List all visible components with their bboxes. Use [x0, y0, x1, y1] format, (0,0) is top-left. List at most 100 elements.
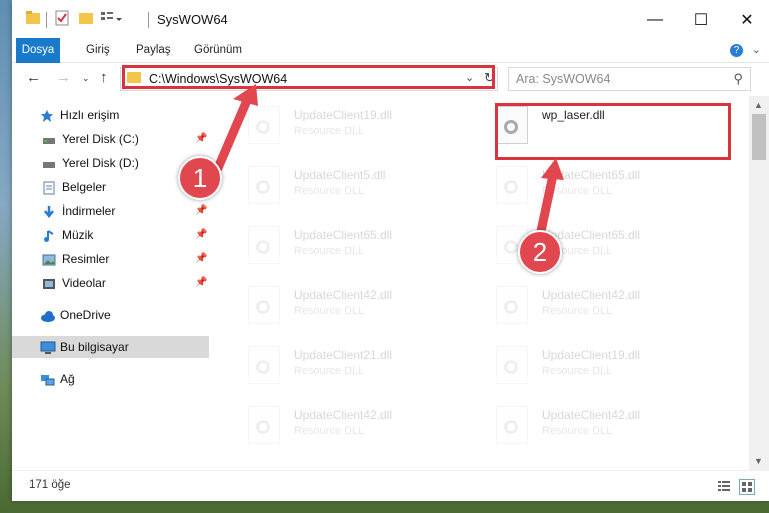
sidebar-item-label: Müzik [62, 228, 94, 242]
file-list: UpdateClient19.dll Resource DLL UpdateCl… [222, 96, 749, 470]
step-marker-1: 1 [178, 156, 222, 200]
forward-button[interactable]: → [56, 69, 71, 86]
sidebar-item-label: Hızlı erişim [60, 108, 120, 122]
sidebar-item-label: Belgeler [62, 180, 107, 194]
file-item[interactable]: UpdateClient21.dll Resource DLL [230, 340, 460, 390]
pictures-icon [42, 252, 56, 266]
file-item[interactable]: UpdateClient19.dll Resource DLL [230, 100, 460, 150]
recent-locations-icon[interactable]: ⌄ [82, 73, 90, 84]
sidebar-item-local-disk-c[interactable]: Yerel Disk (C:) 📌 [12, 128, 209, 150]
sidebar-item-onedrive[interactable]: OneDrive [12, 304, 209, 326]
scroll-down-icon[interactable]: ▼ [754, 456, 763, 466]
download-icon [42, 204, 56, 219]
file-type: Resource DLL [294, 185, 365, 197]
file-type: Resource DLL [542, 365, 613, 377]
tab-view[interactable]: Görünüm [186, 38, 250, 62]
file-item[interactable]: UpdateClient65.dll Resource DLL [230, 220, 460, 270]
file-name: UpdateClient19.dll [294, 108, 393, 122]
vertical-scrollbar[interactable]: ▲ ▼ [749, 96, 769, 470]
back-button[interactable]: ← [26, 69, 41, 86]
dll-file-icon [248, 406, 280, 444]
pin-icon[interactable]: 📌 [195, 128, 207, 150]
divider [148, 12, 149, 28]
file-item[interactable]: UpdateClient42.dll Resource DLL [478, 280, 708, 330]
sidebar-item-label: İndirmeler [62, 204, 116, 218]
documents-icon [42, 180, 56, 195]
file-name: UpdateClient65.dll [294, 228, 393, 242]
sidebar-item-network[interactable]: Ağ [12, 368, 209, 390]
file-item[interactable]: UpdateClient19.dll Resource DLL [478, 340, 708, 390]
maximize-button[interactable]: ☐ [678, 0, 724, 40]
dll-file-icon [248, 286, 280, 324]
pin-icon[interactable]: 📌 [195, 272, 207, 294]
sidebar-item-music[interactable]: Müzik 📌 [12, 224, 209, 246]
file-name: UpdateClient42.dll [542, 408, 641, 422]
new-folder-icon[interactable] [78, 10, 96, 28]
customize-toolbar-icon[interactable] [100, 10, 122, 28]
pin-icon[interactable]: 📌 [195, 200, 207, 222]
computer-icon [40, 340, 56, 354]
scroll-up-icon[interactable]: ▲ [754, 100, 763, 110]
search-box[interactable]: Ara: SysWOW64 ⚲ [508, 67, 751, 91]
folder-icon [25, 10, 43, 28]
sidebar-item-downloads[interactable]: İndirmeler 📌 [12, 200, 209, 222]
item-count: 171 öğe [29, 479, 71, 491]
sidebar-item-label: Bu bilgisayar [60, 340, 129, 354]
divider [46, 12, 47, 28]
sidebar-item-videos[interactable]: Videolar 📌 [12, 272, 209, 294]
file-item[interactable]: UpdateClient42.dll Resource DLL [230, 400, 460, 450]
details-view-icon[interactable] [717, 479, 731, 493]
title-bar: SysWOW64 — ☐ ✕ [12, 0, 769, 40]
help-icon[interactable]: ? [730, 44, 743, 57]
scrollbar-thumb[interactable] [752, 114, 766, 160]
drive-icon [42, 156, 56, 170]
file-item[interactable]: UpdateClient5.dll Resource DLL [230, 160, 460, 210]
file-item[interactable]: UpdateClient42.dll Resource DLL [478, 400, 708, 450]
expand-ribbon-icon[interactable]: ⌄ [752, 38, 761, 62]
file-item[interactable]: UpdateClient65.dll Resource DLL [478, 160, 708, 210]
file-item[interactable]: UpdateClient65.dll Resource DLL [478, 220, 708, 270]
search-icon[interactable]: ⚲ [733, 71, 743, 87]
file-item[interactable]: UpdateClient42.dll Resource DLL [230, 280, 460, 330]
file-type: Resource DLL [542, 425, 613, 437]
close-button[interactable]: ✕ [724, 0, 769, 40]
network-icon [40, 372, 55, 386]
drive-icon [42, 132, 56, 146]
properties-icon[interactable] [54, 10, 72, 28]
dll-file-icon [496, 406, 528, 444]
sidebar-item-pictures[interactable]: Resimler 📌 [12, 248, 209, 270]
file-type: Resource DLL [294, 125, 365, 137]
dll-file-icon [496, 166, 528, 204]
address-highlight-box [122, 65, 495, 89]
file-highlight-box [495, 103, 731, 160]
sidebar-item-this-pc[interactable]: Bu bilgisayar [12, 336, 209, 358]
search-placeholder[interactable]: Ara: SysWOW64 [516, 72, 610, 86]
file-type: Resource DLL [294, 425, 365, 437]
up-button[interactable]: ↑ [100, 69, 108, 86]
file-name: UpdateClient65.dll [542, 168, 641, 182]
pin-icon[interactable]: 📌 [195, 248, 207, 270]
step-marker-2: 2 [518, 230, 562, 274]
star-icon [40, 108, 54, 122]
tab-home[interactable]: Giriş [78, 38, 118, 62]
sidebar-item-quick-access[interactable]: Hızlı erişim [12, 104, 209, 126]
tab-share[interactable]: Paylaş [128, 38, 179, 62]
dll-file-icon [496, 346, 528, 384]
large-icons-view-icon[interactable] [739, 479, 755, 495]
sidebar-item-label: OneDrive [60, 308, 111, 322]
file-type: Resource DLL [294, 245, 365, 257]
explorer-window: SysWOW64 — ☐ ✕ Dosya Giriş Paylaş Görünü… [12, 0, 769, 501]
file-type: Resource DLL [542, 305, 613, 317]
dll-file-icon [248, 346, 280, 384]
file-name: UpdateClient19.dll [542, 348, 641, 362]
dll-file-icon [496, 286, 528, 324]
ribbon-tabs: Dosya Giriş Paylaş Görünüm ⌄ ? [12, 38, 769, 88]
sidebar-item-label: Ağ [60, 372, 75, 386]
sidebar-item-label: Yerel Disk (D:) [62, 156, 139, 170]
file-name: UpdateClient42.dll [542, 288, 641, 302]
pin-icon[interactable]: 📌 [195, 224, 207, 246]
minimize-button[interactable]: — [632, 0, 678, 40]
sidebar-item-label: Videolar [62, 276, 106, 290]
dll-file-icon [248, 226, 280, 264]
window-title: SysWOW64 [157, 12, 228, 27]
